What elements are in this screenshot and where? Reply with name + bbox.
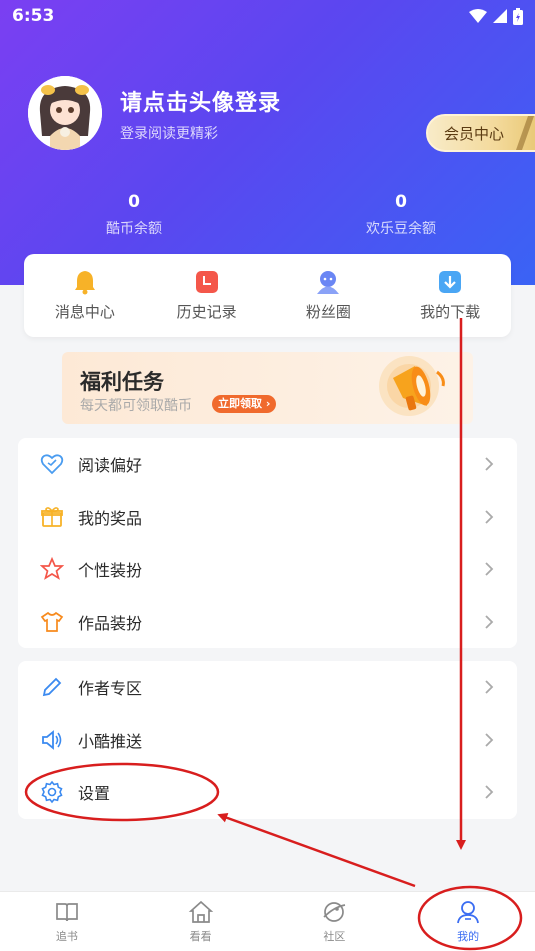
menu-group-primary: 阅读偏好 我的奖品 个性装扮 作品装扮 [18, 438, 517, 648]
quick-item-label: 历史记录 [176, 303, 237, 321]
chevron-right-icon [485, 785, 494, 799]
coin-balance-value: 0 [128, 192, 140, 212]
tab-community[interactable]: 社区 [284, 899, 384, 944]
gift-icon [41, 506, 63, 527]
signal-icon [493, 9, 507, 23]
menu-row-label: 设置 [78, 784, 111, 804]
menu-row-label: 我的奖品 [78, 508, 143, 528]
tab-browse[interactable]: 看看 [151, 899, 251, 944]
menu-row-personal-dressup[interactable]: 个性装扮 [18, 543, 517, 596]
star-icon [40, 557, 64, 581]
chevron-right-icon [485, 510, 494, 524]
user-icon [457, 901, 480, 924]
status-bar: 6:53 [0, 0, 535, 32]
history-icon [195, 271, 218, 293]
heart-icon [40, 454, 64, 475]
menu-row-label: 小酷推送 [78, 731, 143, 751]
quick-item-label: 消息中心 [54, 303, 115, 321]
menu-row-label: 阅读偏好 [78, 456, 143, 476]
quick-actions-card: 消息中心 历史记录 粉丝圈 我的下载 [24, 254, 511, 337]
menu-row-my-prizes[interactable]: 我的奖品 [18, 491, 517, 544]
quick-item-history[interactable]: 历史记录 [152, 269, 262, 322]
coin-balance-label: 酷币余额 [106, 221, 162, 237]
banner-subtitle: 每天都可领取酷币 [80, 398, 192, 414]
chevron-right-icon [485, 615, 494, 629]
tab-label: 看看 [189, 930, 212, 943]
menu-row-settings[interactable]: 设置 [18, 766, 517, 819]
tab-label: 社区 [323, 930, 346, 943]
download-icon [439, 271, 462, 293]
menu-row-label: 作品装扮 [78, 613, 143, 633]
avatar[interactable] [28, 76, 102, 150]
shirt-icon [40, 611, 64, 632]
avatar-image-icon [28, 76, 102, 150]
menu-row-label: 个性装扮 [78, 561, 143, 581]
bottom-tab-bar: 追书 看看 社区 我的 [0, 891, 535, 951]
chevron-right-icon [485, 733, 494, 747]
welfare-task-banner[interactable]: 福利任务 每天都可领取酷币 立即领取 › [62, 352, 473, 424]
banner-title: 福利任务 [80, 370, 164, 394]
menu-group-secondary: 作者专区 小酷推送 设置 [18, 661, 517, 819]
quick-item-label: 我的下载 [420, 303, 481, 321]
quick-item-downloads[interactable]: 我的下载 [395, 269, 505, 322]
banner-cta-button[interactable]: 立即领取 › [212, 395, 277, 413]
status-icons [469, 7, 523, 25]
battery-icon [513, 7, 523, 25]
bean-balance[interactable]: 0 欢乐豆余额 [301, 192, 501, 238]
chevron-right-icon [485, 680, 494, 694]
chevron-right-icon [485, 457, 494, 471]
annotation-arrow-left [217, 813, 416, 888]
pen-icon [42, 677, 62, 697]
tab-label: 我的 [457, 930, 480, 943]
chevron-right-icon [485, 562, 494, 576]
tab-label: 追书 [55, 930, 78, 943]
gear-icon [41, 780, 63, 804]
wifi-icon [469, 9, 487, 23]
bell-icon [74, 271, 95, 295]
menu-row-work-dressup[interactable]: 作品装扮 [18, 596, 517, 649]
menu-row-kuwo-push[interactable]: 小酷推送 [18, 714, 517, 767]
megaphone-icon [379, 356, 445, 416]
tab-mine[interactable]: 我的 [418, 899, 518, 944]
quick-item-fans[interactable]: 粉丝圈 [273, 269, 383, 322]
quick-item-messages[interactable]: 消息中心 [30, 269, 140, 322]
coin-balance[interactable]: 0 酷币余额 [34, 192, 234, 238]
speaker-icon [42, 729, 62, 750]
home-icon [188, 900, 213, 923]
fans-icon [317, 271, 340, 294]
vip-center-label: 会员中心 [444, 124, 505, 143]
login-subtitle: 登录阅读更精彩 [120, 126, 218, 142]
status-time: 6:53 [12, 6, 55, 26]
vip-stripe-icon [516, 116, 534, 150]
planet-icon [323, 902, 346, 922]
bean-balance-label: 欢乐豆余额 [366, 221, 436, 237]
menu-row-reading-preference[interactable]: 阅读偏好 [18, 438, 517, 491]
banner-cta-label: 立即领取 [218, 397, 262, 410]
bean-balance-value: 0 [395, 192, 407, 212]
quick-item-label: 粉丝圈 [305, 303, 351, 321]
tab-follow-books[interactable]: 追书 [17, 899, 117, 944]
menu-row-author-zone[interactable]: 作者专区 [18, 661, 517, 714]
vip-center-button[interactable]: 会员中心 [426, 114, 535, 152]
login-title[interactable]: 请点击头像登录 [120, 85, 281, 117]
profile-header: 6:53 请点击头像登录 登录阅读更精彩 会员中心 0 酷币余额 0 欢乐豆余额 [0, 0, 535, 285]
menu-row-label: 作者专区 [78, 679, 143, 699]
book-icon [56, 903, 78, 922]
